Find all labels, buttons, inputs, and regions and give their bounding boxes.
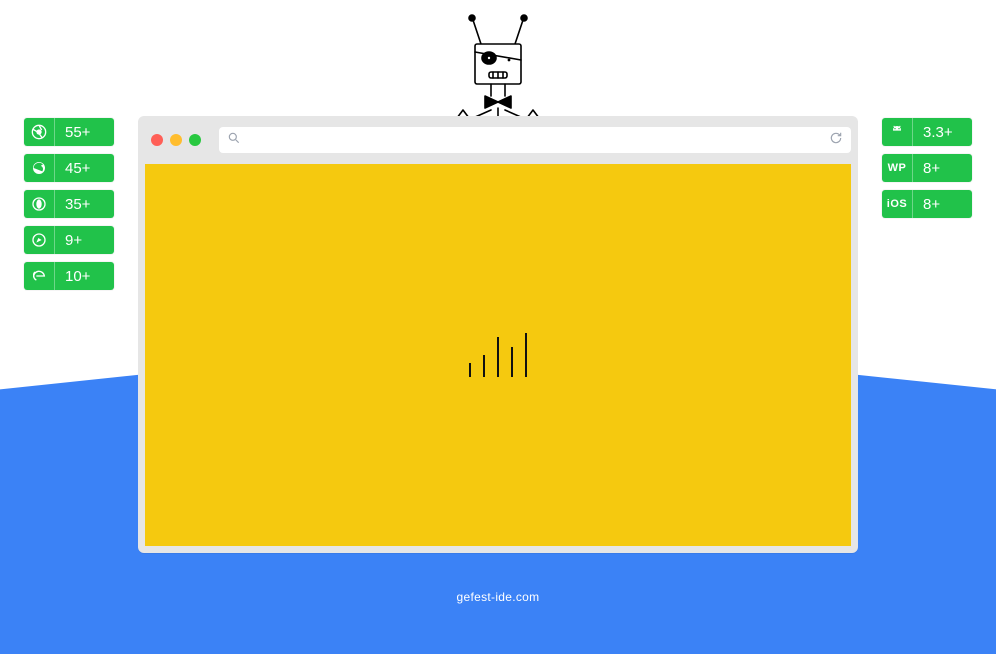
ie-icon: [24, 262, 54, 290]
footer-site-label: gefest-ide.com: [457, 590, 540, 604]
android-icon: [882, 118, 912, 146]
firefox-icon: [24, 154, 54, 182]
badge-android: 3.3+: [882, 118, 972, 146]
badge-value: 3.3+: [912, 118, 972, 146]
badge-chrome: 55+: [24, 118, 114, 146]
search-icon: [227, 131, 241, 150]
ios-text-icon: iOS: [882, 190, 912, 218]
address-bar[interactable]: [219, 127, 851, 153]
badge-opera: 35+: [24, 190, 114, 218]
wp-text-icon: WP: [882, 154, 912, 182]
badge-safari: 9+: [24, 226, 114, 254]
browser-titlebar: [145, 123, 851, 157]
badge-value: 35+: [54, 190, 114, 218]
window-close-dot[interactable]: [151, 134, 163, 146]
browser-support-left: 55+ 45+ 35+ 9+ 10+: [24, 118, 114, 290]
browser-window: [138, 116, 858, 553]
badge-firefox: 45+: [24, 154, 114, 182]
robot-mascot: [433, 14, 563, 129]
loading-indicator: [469, 333, 527, 377]
badge-ie: 10+: [24, 262, 114, 290]
ios-text: iOS: [887, 198, 907, 210]
window-minimize-dot[interactable]: [170, 134, 182, 146]
badge-ios: iOS 8+: [882, 190, 972, 218]
badge-value: 55+: [54, 118, 114, 146]
badge-value: 8+: [912, 154, 972, 182]
browser-viewport: [145, 164, 851, 546]
traffic-lights: [151, 134, 201, 146]
badge-value: 9+: [54, 226, 114, 254]
badge-value: 8+: [912, 190, 972, 218]
refresh-icon[interactable]: [829, 131, 843, 150]
window-zoom-dot[interactable]: [189, 134, 201, 146]
badge-windows-phone: WP 8+: [882, 154, 972, 182]
safari-icon: [24, 226, 54, 254]
chrome-icon: [24, 118, 54, 146]
wp-text: WP: [888, 162, 907, 174]
badge-value: 45+: [54, 154, 114, 182]
address-input[interactable]: [249, 133, 531, 148]
opera-icon: [24, 190, 54, 218]
platform-support-right: 3.3+ WP 8+ iOS 8+: [882, 118, 972, 218]
badge-value: 10+: [54, 262, 114, 290]
